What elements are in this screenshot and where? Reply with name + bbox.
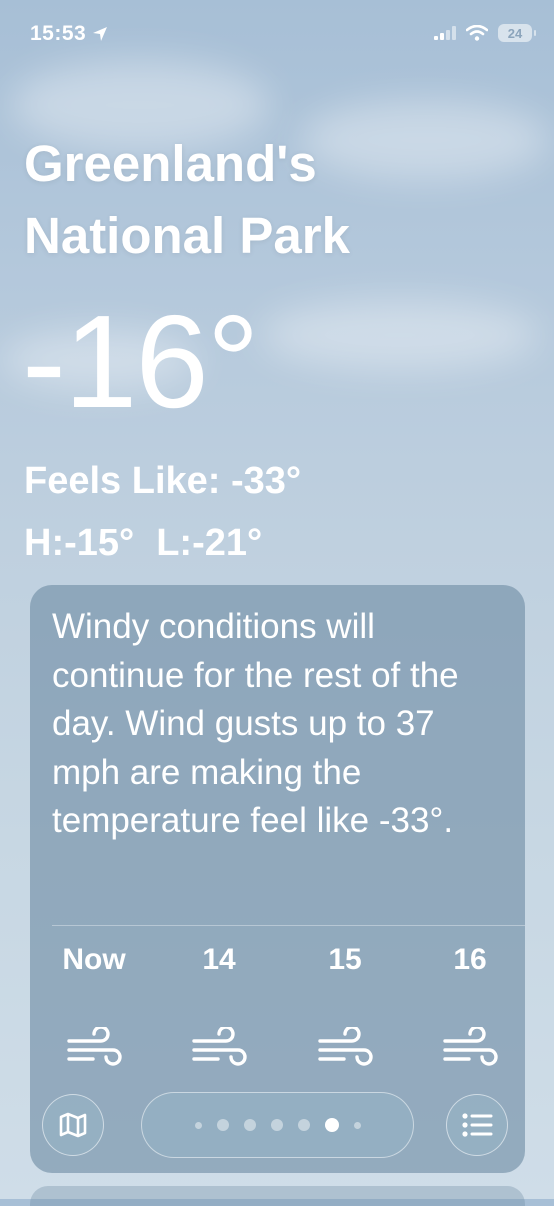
hour-label-15: 15 [328,943,362,976]
wind-icon [425,1027,515,1071]
page-dot[interactable] [270,1119,283,1131]
locations-list-button[interactable] [446,1094,508,1156]
page-dot[interactable] [243,1119,256,1131]
low-temperature: L:-21° [156,522,263,564]
forecast-summary: Windy conditions will continue for the r… [52,607,459,840]
map-icon [59,1112,87,1138]
feels-like: Feels Like: -33° [24,460,302,502]
list-icon [462,1113,493,1137]
high-temperature: H:-15° [24,522,135,564]
location-arrow-icon [93,27,108,41]
wind-icon [174,1027,264,1071]
divider [52,925,525,926]
battery-indicator: 24 [498,24,536,42]
wind-icon [300,1027,390,1071]
high-low: H:-15° L:-21° [24,518,262,568]
page-indicator[interactable] [141,1092,414,1158]
time-text: 15:53 [30,22,87,45]
page-dot[interactable] [194,1121,202,1129]
cellular-signal-icon [434,26,456,40]
hour-label-14: 14 [202,943,236,976]
hour-label-16: 16 [453,943,487,976]
status-bar: 15:53 24 [0,0,554,70]
current-temperature: -16° [22,288,260,435]
map-button[interactable] [42,1094,104,1156]
hour-label-now: Now [62,943,126,976]
next-card-edge [30,1186,525,1206]
status-time: 15:53 [30,22,108,46]
page-dot[interactable] [353,1121,361,1129]
status-indicators: 24 [434,24,536,42]
wind-forecast-card[interactable]: Windy conditions will continue for the r… [30,585,525,1173]
page-dot[interactable] [297,1119,310,1131]
wind-icon [49,1027,139,1071]
page-dot[interactable] [216,1119,229,1131]
wifi-icon [466,25,488,41]
page-dot-active[interactable] [324,1118,339,1132]
location-title: Greenland's National Park [24,135,350,264]
cloud [260,300,540,370]
